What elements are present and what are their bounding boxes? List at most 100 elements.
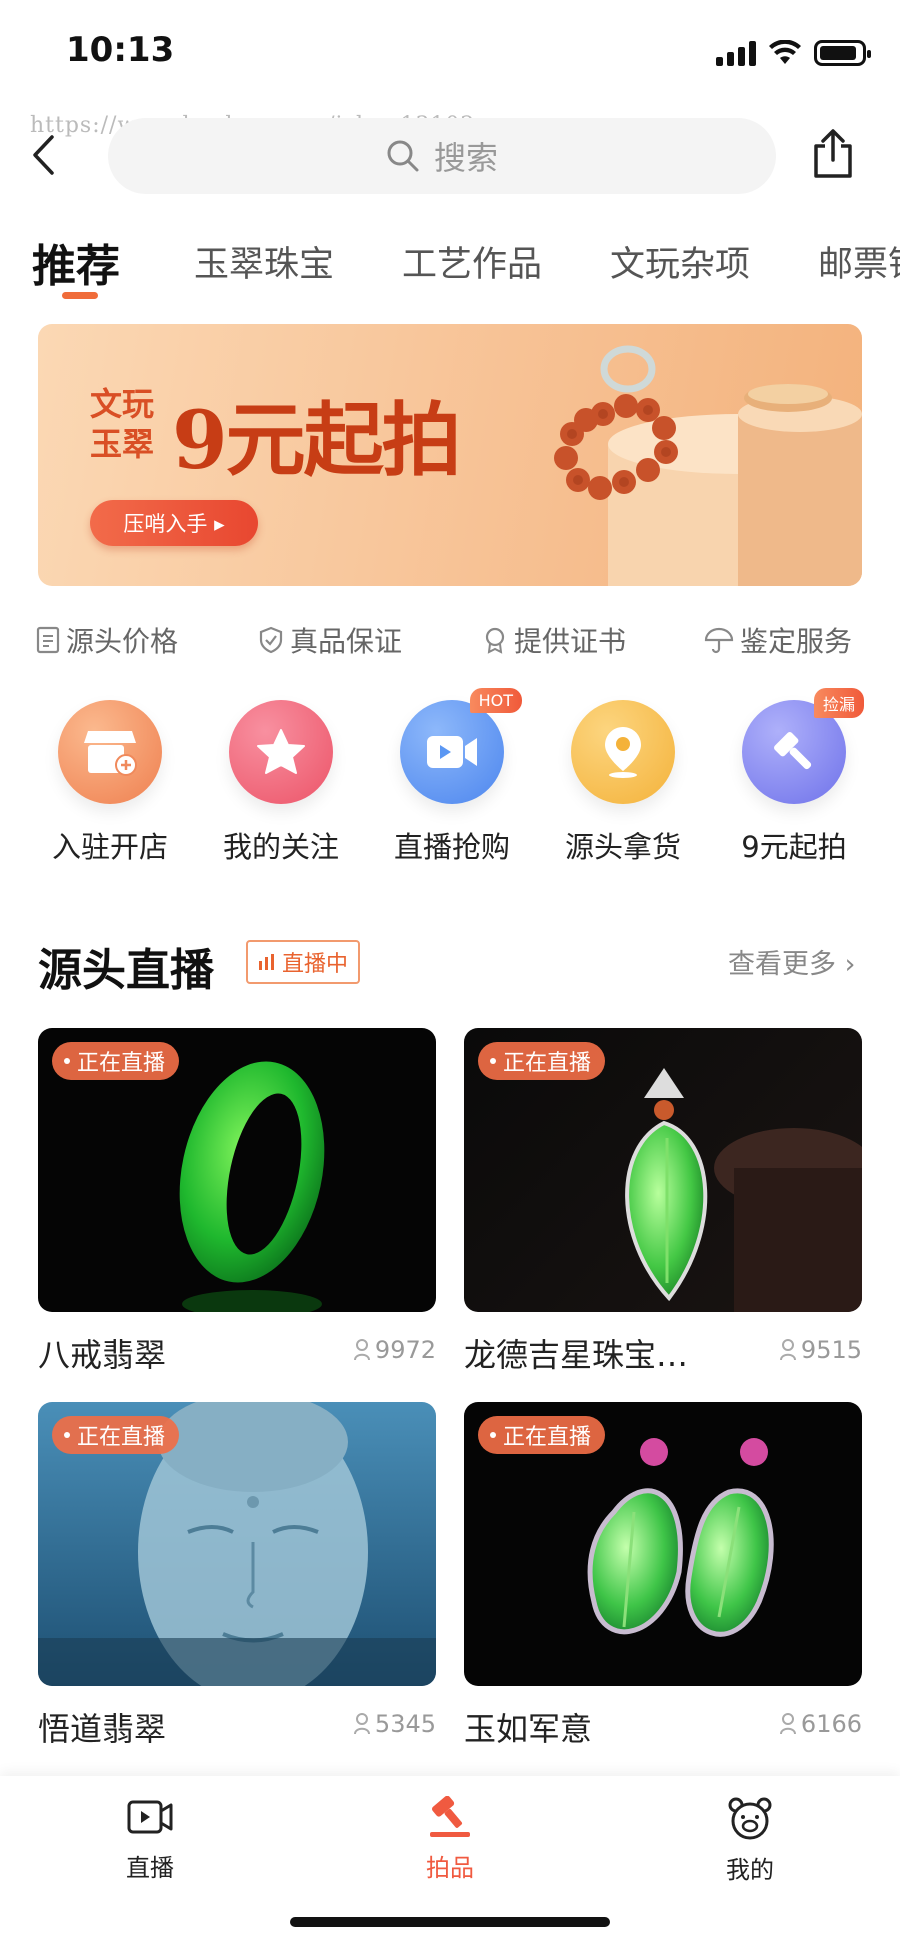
tab-stamps-coins[interactable]: 邮票钱币 [818,236,900,287]
umbrella-icon [704,627,734,654]
search-input[interactable]: 搜索 [108,118,776,194]
entry-live-shopping[interactable]: HOT 直播抢购 [377,688,527,866]
entry-label: 源头拿货 [564,830,681,864]
category-tabs: 推荐 玉翠珠宝 工艺作品 文玩杂项 邮票钱币 [0,228,900,308]
entry-nine-yuan-auction[interactable]: 捡漏 9元起拍 [719,688,869,866]
live-badge: 正在直播 [52,1416,180,1454]
tab-jade-jewelry[interactable]: 玉翠珠宝 [194,236,334,287]
document-icon [36,626,60,654]
auction-hammer-icon: 捡漏 [742,688,864,804]
card-title: 玉如军意 [464,1710,593,1748]
guarantee-appraisal: 鉴定服务 [704,620,852,660]
see-more-link[interactable]: 查看更多 › [728,942,855,981]
guarantee-source-price: 源头价格 [36,620,178,660]
search-icon [387,140,419,172]
hot-badge: HOT [469,688,522,713]
entry-label: 入驻开店 [51,830,168,864]
viewer-count-value: 5345 [374,1710,436,1738]
live-badge: 正在直播 [478,1042,606,1080]
guarantee-bar: 源头价格 真品保证 提供证书 鉴定服务 [0,620,900,660]
nav-label: 我的 [726,1856,774,1884]
star-icon [229,700,333,804]
live-card[interactable]: 正在直播 悟道翡翠 5345 [38,1402,436,1748]
viewer-count-value: 6166 [800,1710,862,1738]
entry-label: 9元起拍 [741,830,847,864]
card-title: 悟道翡翠 [38,1710,167,1748]
battery-level [820,46,856,60]
card-thumbnail: 正在直播 [464,1402,862,1686]
entry-source-goods[interactable]: 源头拿货 [548,700,698,866]
viewer-count: 9972 [353,1336,436,1364]
bars-icon [259,954,274,970]
viewer-count-value: 9515 [800,1336,862,1364]
live-badge-label: 正在直播 [503,1425,592,1450]
user-icon [779,1339,796,1361]
viewer-count: 5345 [353,1710,436,1738]
banner-subtitle: 文玩玉翠 [90,385,155,463]
share-button[interactable] [810,128,860,184]
guarantee-certificate: 提供证书 [482,620,626,660]
certificate-icon [485,627,505,654]
guarantee-label: 鉴定服务 [740,625,853,658]
card-title: 龙德吉星珠宝… [464,1336,689,1374]
see-more-label: 查看更多 [728,949,836,980]
card-thumbnail: 正在直播 [464,1028,862,1312]
live-status-tag: 直播中 [246,940,361,984]
nav-live[interactable]: 直播 [90,1796,210,1883]
home-indicator [290,1917,610,1927]
live-card[interactable]: 正在直播 八戒翡翠 9972 [38,1028,436,1374]
banner-title: 9元起拍 [172,393,462,487]
back-button[interactable] [30,130,70,180]
tab-crafts[interactable]: 工艺作品 [402,236,542,287]
nav-label: 拍品 [426,1854,474,1882]
video-camera-icon: HOT [400,688,522,804]
live-badge-label: 正在直播 [77,1425,166,1450]
share-icon [814,129,852,178]
viewer-count-value: 9972 [374,1336,436,1364]
active-tab-indicator [62,292,98,299]
viewer-count: 6166 [779,1710,862,1738]
card-title: 八戒翡翠 [38,1336,167,1374]
status-icons [716,40,871,66]
wifi-icon [769,40,801,64]
battery-icon [814,40,871,66]
entry-my-follows[interactable]: 我的关注 [206,700,356,866]
entry-label: 我的关注 [222,830,339,864]
tab-recommend[interactable]: 推荐 [32,230,120,294]
nav-profile[interactable]: 我的 [690,1796,810,1885]
tab-collectibles[interactable]: 文玩杂项 [610,236,750,287]
bargain-badge: 捡漏 [813,688,864,718]
status-bar: 10:13 [0,0,900,110]
search-placeholder: 搜索 [433,139,498,177]
section-title: 源头直播 [38,945,214,996]
live-card[interactable]: 正在直播 玉如军意 6166 [464,1402,862,1748]
live-tag-label: 直播中 [282,952,349,977]
banner-product-illustration [554,345,862,586]
live-video-icon [127,1800,173,1834]
bear-face-icon [728,1797,772,1840]
chevron-right-icon: › [836,949,856,980]
guarantee-label: 源头价格 [66,625,179,658]
user-icon [353,1713,370,1735]
entry-open-store[interactable]: 入驻开店 [35,700,185,866]
quick-entry-row: 入驻开店 我的关注 HOT 直播抢购 源头拿货 捡漏 9元起拍 [0,688,900,870]
cellular-signal-icon [716,40,756,66]
live-card[interactable]: 正在直播 龙德吉星珠宝… 9515 [464,1028,862,1374]
guarantee-label: 提供证书 [514,625,627,658]
nav-label: 直播 [126,1854,174,1882]
status-time: 10:13 [66,30,175,70]
entry-label: 直播抢购 [393,830,510,864]
live-badge-label: 正在直播 [77,1051,166,1076]
live-badge: 正在直播 [478,1416,606,1454]
live-badge: 正在直播 [52,1042,180,1080]
guarantee-label: 真品保证 [290,625,403,658]
chevron-left-icon [33,135,54,175]
shield-check-icon [259,626,283,654]
banner-cta-button[interactable]: 压哨入手 ▸ [90,500,258,546]
user-icon [779,1713,796,1735]
guarantee-authentic: 真品保证 [258,620,402,660]
viewer-count: 9515 [779,1336,862,1364]
location-pin-icon [571,700,675,804]
nav-auction-items[interactable]: 拍品 [390,1796,510,1883]
promo-banner[interactable]: 文玩玉翠 9元起拍 压哨入手 ▸ [38,324,862,586]
